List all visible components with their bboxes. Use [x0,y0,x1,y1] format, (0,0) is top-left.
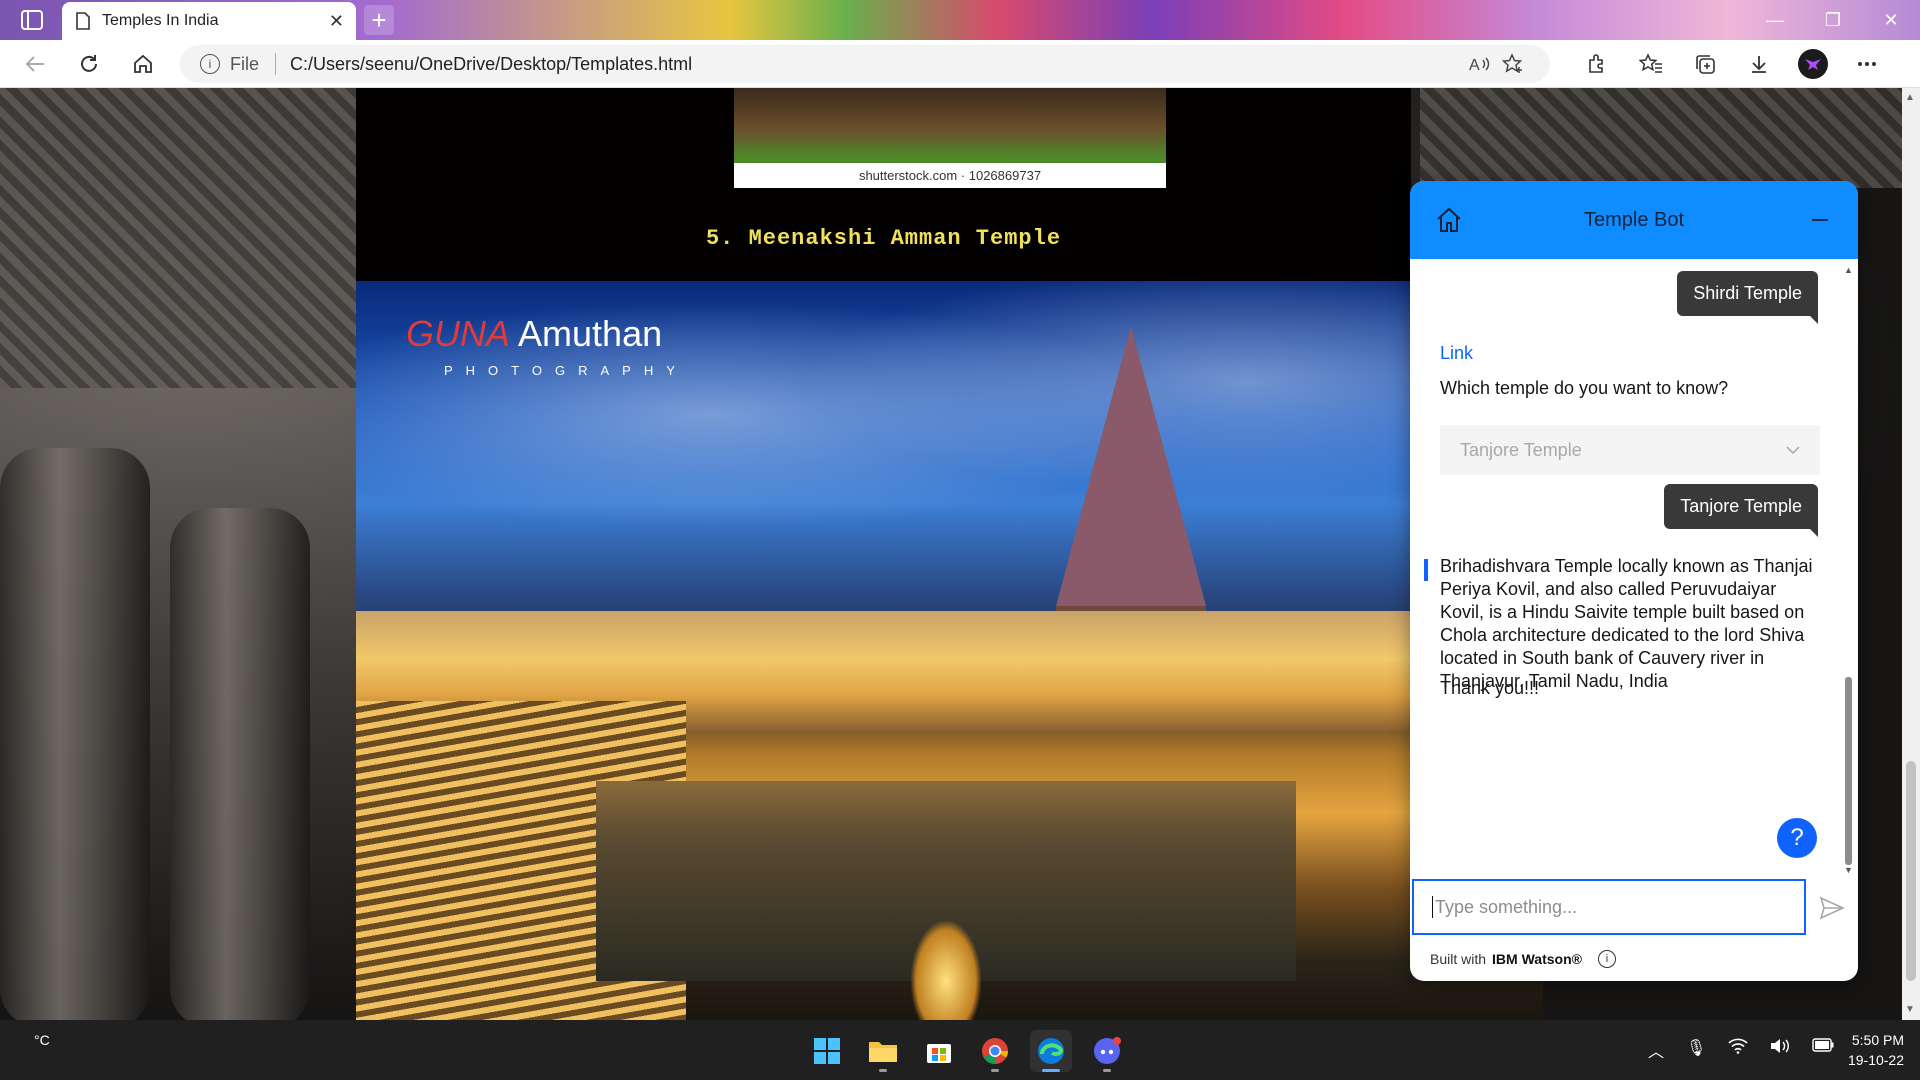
url-text[interactable]: C:/Users/seenu/OneDrive/Desktop/Template… [290,54,1462,75]
page-icon [74,12,92,30]
text-caret [1432,896,1433,918]
taskbar: °C ︿ 🎙 5:50 PM 19-10-22 [0,1020,1920,1080]
close-window-icon[interactable]: ✕ [1862,0,1920,40]
image-caption: shutterstock.com · 1026869737 [734,163,1166,188]
running-indicator [991,1069,999,1072]
logo-brand-b: Amuthan [518,313,663,354]
footer-prefix: Built with [1430,951,1487,967]
footer-brand: IBM Watson® [1492,951,1582,967]
temple-dropdown[interactable]: Tanjore Temple [1440,425,1820,475]
bot-question: Which temple do you want to know? [1440,378,1729,398]
wifi-icon[interactable] [1728,1038,1748,1062]
tab-actions-icon[interactable] [14,8,50,32]
logo-subtitle: PHOTOGRAPHY [444,363,688,378]
info-icon[interactable]: i [200,54,220,74]
running-indicator [1042,1069,1060,1072]
response-indicator [1424,559,1428,581]
gopuram-tower [1056,326,1206,606]
chat-header: Temple Bot [1410,181,1858,259]
tab-title: Temples In India [102,12,219,29]
chrome-icon[interactable] [974,1030,1016,1072]
battery-icon[interactable] [1812,1038,1834,1062]
user-message: Shirdi Temple [1677,271,1818,324]
info-icon[interactable]: i [1597,950,1616,968]
running-indicator [1103,1069,1111,1072]
chevron-down-icon [1786,446,1800,454]
discord-icon[interactable] [1086,1030,1128,1072]
home-icon[interactable] [1434,205,1464,235]
chat-widget: Temple Bot Shirdi Temple Link Which temp… [1410,181,1858,981]
bot-thanks: Thank you!!! [1440,678,1540,698]
chat-footer: Built with IBM Watson® i [1430,950,1616,968]
favorite-add-icon[interactable] [1496,49,1530,79]
chat-scrollbar-thumb[interactable] [1845,677,1852,865]
chat-input[interactable]: Type something... [1412,879,1806,935]
system-tray: ︿ 🎙 [1648,1038,1834,1062]
meenakshi-temple-image: GUNA Amuthan PHOTOGRAPHY [356,281,1543,1020]
toolbar [1580,48,1884,80]
send-icon[interactable] [1818,894,1846,922]
clock-date: 19-10-22 [1847,1052,1904,1069]
background-carving [1420,88,1920,188]
logo-brand-a: GUNA [406,313,511,354]
home-icon[interactable] [126,48,160,80]
chat-title: Temple Bot [1583,208,1685,231]
taskbar-apps [806,1030,1128,1072]
restore-icon[interactable]: ❐ [1804,0,1862,40]
scroll-down-icon[interactable]: ▼ [1905,1004,1915,1015]
user-message: Tanjore Temple [1664,484,1818,537]
input-placeholder: Type something... [1435,896,1578,917]
collections-icon[interactable] [1688,48,1722,80]
clock[interactable]: 5:50 PM 19-10-22 [1836,1030,1904,1071]
minimize-icon[interactable]: — [1746,0,1804,40]
refresh-icon[interactable] [72,48,106,80]
chat-messages: Shirdi Temple Link Which temple do you w… [1410,259,1858,879]
dropdown-value: Tanjore Temple [1460,439,1582,460]
background-pillar [0,448,150,1020]
more-icon[interactable] [1850,48,1884,80]
background-carving [0,88,356,388]
running-indicator [879,1069,887,1072]
volume-icon[interactable] [1770,1038,1790,1062]
weather-widget[interactable]: °C [34,1032,50,1048]
back-icon[interactable] [18,48,52,80]
minimize-icon[interactable] [1812,219,1828,221]
profile-icon[interactable] [1796,48,1830,80]
close-icon[interactable]: ✕ [329,11,344,32]
photographer-logo: GUNA Amuthan PHOTOGRAPHY [406,301,675,381]
read-aloud-icon[interactable]: A [1462,49,1496,79]
chevron-up-icon[interactable]: ︿ [1648,1038,1664,1062]
scroll-up-icon[interactable]: ▲ [1905,92,1915,103]
browser-tab[interactable]: Temples In India ✕ [62,2,356,40]
start-icon[interactable] [806,1030,848,1072]
address-bar: i File C:/Users/seenu/OneDrive/Desktop/T… [0,40,1920,88]
microphone-icon[interactable]: 🎙 [1686,1038,1706,1062]
help-button[interactable]: ? [1777,818,1817,858]
temple-heading: 5. Meenakshi Amman Temple [705,226,1062,251]
lamp [911,921,981,1020]
background-pillar [170,508,310,1020]
url-scheme: File [230,53,260,74]
scroll-up-icon[interactable]: ▲ [1844,265,1853,275]
file-explorer-icon[interactable] [862,1030,904,1072]
svg-text:A: A [1469,57,1480,73]
page-scrollbar[interactable]: ▲ ▼ [1902,88,1920,1020]
downloads-icon[interactable] [1742,48,1776,80]
bot-answer: Brihadishvara Temple locally known as Th… [1440,556,1813,692]
new-tab-button[interactable]: + [364,5,394,35]
chat-scrollbar[interactable]: ▲ ▼ [1842,259,1854,879]
bot-link[interactable]: Link [1440,343,1473,364]
scrollbar-thumb[interactable] [1906,761,1916,981]
scroll-down-icon[interactable]: ▼ [1844,865,1853,875]
window-controls: — ❐ ✕ [1746,0,1920,40]
edge-icon[interactable] [1030,1030,1072,1072]
extensions-icon[interactable] [1580,48,1614,80]
url-bar[interactable]: i File C:/Users/seenu/OneDrive/Desktop/T… [180,45,1550,83]
browser-tab-bar: Temples In India ✕ + — ❐ ✕ [0,0,1920,40]
clock-time: 5:50 PM [1851,1032,1904,1048]
divider [275,53,277,75]
favorites-icon[interactable] [1634,48,1668,80]
store-icon[interactable] [918,1030,960,1072]
